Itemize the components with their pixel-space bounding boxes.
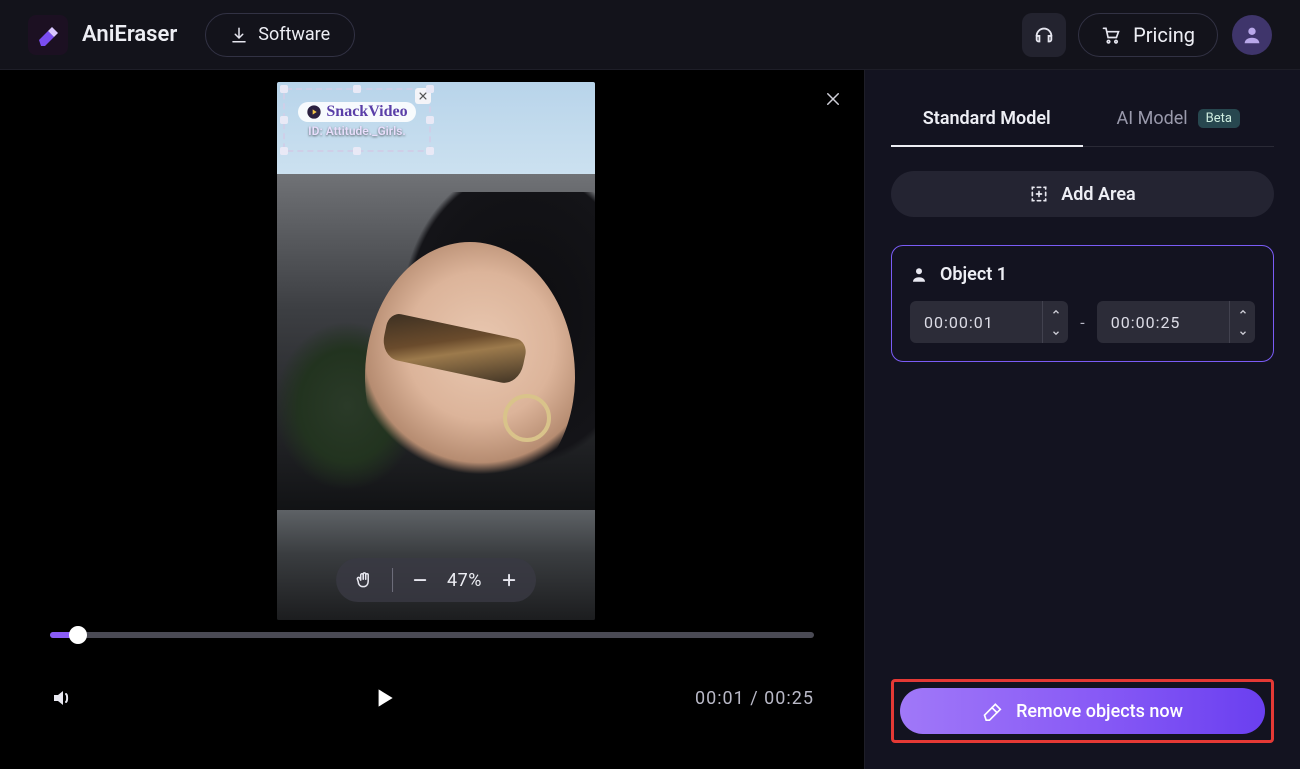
profile-avatar[interactable] [1232, 15, 1272, 55]
object-header: Object 1 [910, 264, 1255, 285]
start-time-input[interactable]: 00:00:01 [910, 301, 1068, 343]
add-area-button[interactable]: Add Area [891, 171, 1274, 217]
video-preview[interactable]: SnackVideo ID: Attitude._Girls. [277, 82, 595, 620]
headset-button[interactable] [1022, 13, 1066, 57]
settings-panel: Standard Model AI Model Beta Add Area Ob… [864, 70, 1300, 769]
zoom-controls: 47% [336, 558, 536, 602]
zoom-in-button[interactable] [500, 571, 518, 589]
start-time-value: 00:00:01 [910, 313, 1042, 332]
add-area-icon [1029, 184, 1049, 204]
end-time-down[interactable] [1230, 322, 1255, 343]
end-time-up[interactable] [1230, 301, 1255, 322]
eraser-action-icon [982, 701, 1002, 721]
zoom-value: 47% [447, 570, 482, 591]
pricing-label: Pricing [1133, 23, 1195, 47]
app-header: AniEraser Software Pricing [0, 0, 1300, 70]
object-title: Object 1 [940, 264, 1007, 285]
zoom-out-button[interactable] [411, 571, 429, 589]
add-area-label: Add Area [1061, 184, 1135, 205]
player-controls: 00:01 / 00:25 [0, 668, 864, 728]
volume-button[interactable] [50, 686, 74, 710]
tab-standard-model[interactable]: Standard Model [891, 90, 1083, 146]
selection-box[interactable] [283, 88, 431, 152]
user-icon [1241, 24, 1263, 46]
tab-ai-label: AI Model [1117, 108, 1188, 129]
timeline-thumb[interactable] [69, 626, 87, 644]
end-time-stepper [1229, 301, 1255, 343]
start-time-up[interactable] [1043, 301, 1068, 322]
beta-badge: Beta [1198, 109, 1240, 128]
start-time-stepper [1042, 301, 1068, 343]
time-display: 00:01 / 00:25 [695, 688, 814, 709]
eraser-icon [36, 23, 60, 47]
video-stage: SnackVideo ID: Attitude._Girls. [0, 70, 864, 769]
start-time-down[interactable] [1043, 322, 1068, 343]
pan-hand-icon[interactable] [354, 570, 374, 590]
remove-objects-label: Remove objects now [1016, 701, 1183, 722]
cart-icon [1101, 25, 1121, 45]
download-icon [230, 26, 248, 44]
selection-delete-button[interactable] [415, 88, 431, 104]
model-tabs: Standard Model AI Model Beta [891, 90, 1274, 147]
tab-standard-label: Standard Model [923, 108, 1051, 129]
end-time-input[interactable]: 00:00:25 [1097, 301, 1255, 343]
pricing-button[interactable]: Pricing [1078, 13, 1218, 57]
video-scenery [503, 394, 551, 442]
time-separator: - [1080, 313, 1084, 332]
software-label: Software [258, 24, 330, 45]
close-preview-button[interactable] [824, 90, 842, 108]
object-time-range: 00:00:01 - 00:00:25 [910, 301, 1255, 343]
brand-name: AniEraser [82, 22, 177, 47]
app-logo [28, 15, 68, 55]
end-time-value: 00:00:25 [1097, 313, 1229, 332]
main-area: SnackVideo ID: Attitude._Girls. [0, 70, 1300, 769]
remove-objects-button[interactable]: Remove objects now [900, 688, 1265, 734]
play-button[interactable] [371, 685, 397, 711]
headset-icon [1033, 24, 1055, 46]
software-button[interactable]: Software [205, 13, 355, 57]
object-card: Object 1 00:00:01 - 00:00:25 [891, 245, 1274, 362]
tab-ai-model[interactable]: AI Model Beta [1083, 90, 1275, 146]
timeline-slider[interactable] [50, 632, 814, 638]
object-person-icon [910, 266, 928, 284]
remove-highlight-frame: Remove objects now [891, 679, 1274, 743]
